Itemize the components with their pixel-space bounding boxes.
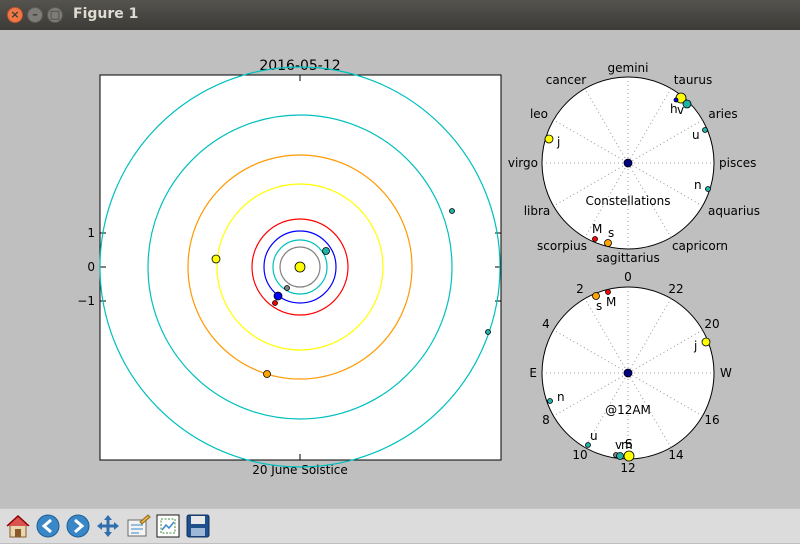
constellation-label: pisces — [719, 156, 756, 170]
constellation-center-label: Constellations — [586, 194, 671, 208]
clock-label: 12 — [620, 461, 635, 475]
constellation-label: sagittarius — [596, 251, 659, 265]
sun-marker — [623, 158, 633, 168]
orbit-plot: 2016-05-12 20 June Solstice 1 0 −1 — [77, 58, 502, 477]
clock-label: 22 — [668, 282, 683, 296]
neptune-marker — [705, 186, 711, 192]
save-button[interactable] — [184, 512, 212, 540]
maximize-window-button[interactable]: □ — [47, 7, 63, 23]
uranus-marker — [449, 208, 455, 214]
planet-label: u — [590, 429, 598, 443]
constellation-label: taurus — [674, 73, 712, 87]
mars-marker — [272, 300, 278, 306]
planet-label: j — [556, 135, 560, 149]
close-icon: × — [10, 8, 20, 21]
forward-button[interactable] — [64, 512, 92, 540]
constellation-plot: gemini taurus aries pisces aquarius capr… — [508, 61, 760, 265]
jupiter-marker — [701, 337, 711, 347]
constellation-label: cancer — [546, 73, 587, 87]
navigation-toolbar — [0, 508, 800, 543]
orbit-plot-xlabel: 20 June Solstice — [252, 463, 348, 477]
clock-label: 0 — [624, 270, 632, 284]
planet-label: S — [625, 437, 633, 451]
window-titlebar: × – □ Figure 1 — [0, 0, 800, 30]
clock-label: E — [529, 366, 537, 380]
planet-label: j — [693, 339, 697, 353]
forward-arrow-icon — [66, 514, 90, 538]
back-arrow-icon — [36, 514, 60, 538]
back-button[interactable] — [34, 512, 62, 540]
floppy-disk-icon — [186, 514, 210, 538]
clock-label: 8 — [542, 413, 550, 427]
clock-label: 2 — [576, 282, 584, 296]
venus-marker — [616, 452, 624, 460]
uranus-marker — [702, 127, 708, 133]
constellation-label: aries — [708, 107, 737, 121]
minimize-window-button[interactable]: – — [27, 7, 43, 23]
clock-label: 14 — [668, 448, 683, 462]
planet-label: M — [592, 222, 602, 236]
constellation-label: aquarius — [708, 204, 760, 218]
pan-button[interactable] — [94, 512, 122, 540]
window-title: Figure 1 — [73, 6, 139, 22]
zoom-to-rect-button[interactable] — [154, 512, 182, 540]
move-icon — [97, 515, 119, 537]
clock-plot: 0 22 20 W 16 14 12 10 8 E 4 2 @12AM j M … — [529, 270, 732, 475]
jupiter-marker — [211, 254, 221, 264]
home-button[interactable] — [4, 512, 32, 540]
planet-label: s — [596, 299, 602, 313]
earth-marker — [623, 368, 633, 378]
venus-marker — [322, 247, 330, 255]
configure-subplots-button[interactable] — [124, 512, 152, 540]
clock-label: 20 — [704, 317, 719, 331]
clock-label: 4 — [542, 317, 550, 331]
clock-center-label: @12AM — [605, 403, 651, 417]
sun-marker — [623, 450, 635, 462]
constellation-label: gemini — [608, 61, 649, 75]
venus-marker — [682, 99, 692, 109]
clock-label: W — [720, 366, 732, 380]
constellation-label: leo — [530, 107, 548, 121]
saturn-marker — [263, 370, 271, 378]
constellation-label: capricorn — [672, 239, 728, 253]
close-window-button[interactable]: × — [7, 7, 23, 23]
y-tick-label: −1 — [77, 294, 95, 308]
y-tick-label: 0 — [87, 260, 95, 274]
planet-label: s — [608, 226, 614, 240]
saturn-marker — [604, 239, 612, 247]
orbit-plot-title: 2016-05-12 — [259, 58, 340, 74]
jupiter-marker — [544, 134, 554, 144]
constellation-label: virgo — [508, 156, 538, 170]
mercury-marker — [284, 285, 290, 291]
edit-icon — [127, 514, 151, 537]
planet-label: n — [557, 390, 565, 404]
sun-marker — [294, 261, 306, 273]
maximize-icon: □ — [49, 8, 61, 21]
planet-label: n — [694, 178, 702, 192]
constellation-label: scorpius — [537, 239, 587, 253]
uranus-marker — [585, 442, 591, 448]
planet-label: u — [692, 128, 700, 142]
constellation-label: libra — [524, 204, 551, 218]
y-tick-label: 1 — [87, 226, 95, 240]
planet-label: v — [677, 103, 684, 117]
neptune-marker — [547, 398, 553, 404]
figure-canvas[interactable]: 2016-05-12 20 June Solstice 1 0 −1 gemin… — [0, 30, 800, 508]
mars-marker — [592, 236, 598, 242]
planet-label: M — [606, 295, 616, 309]
neptune-marker — [485, 329, 491, 335]
earth-marker — [273, 291, 283, 301]
clock-label: 16 — [704, 413, 719, 427]
mars-marker — [605, 289, 611, 295]
minimize-icon: – — [32, 8, 38, 21]
zoom-rect-icon — [156, 514, 180, 538]
clock-label: 10 — [572, 448, 587, 462]
home-icon — [6, 514, 30, 538]
